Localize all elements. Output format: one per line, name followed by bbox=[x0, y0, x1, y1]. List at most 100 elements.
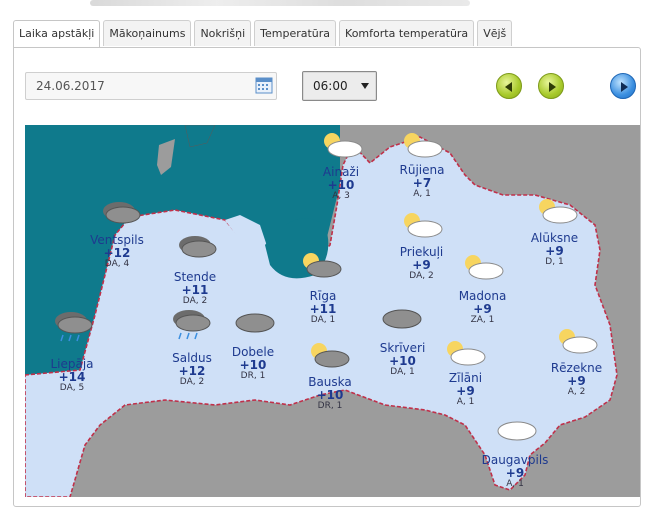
tab-wind[interactable]: Vējš bbox=[477, 20, 513, 46]
dark-cloud-icon bbox=[382, 309, 422, 329]
cloud-sun-icon bbox=[404, 133, 443, 158]
city-name: Rēzekne bbox=[550, 361, 603, 375]
dark-cloud-icon bbox=[235, 313, 275, 333]
cropped-header bbox=[90, 0, 470, 6]
top-strip bbox=[0, 0, 653, 14]
city-name: Alūksne bbox=[530, 231, 579, 245]
city-temp: +11 bbox=[181, 283, 209, 297]
city-wind: DA, 1 bbox=[310, 315, 336, 325]
time-select-value: 06:00 bbox=[313, 79, 348, 93]
city-wind: DA, 4 bbox=[104, 259, 130, 269]
city-name: Skrīveri bbox=[379, 341, 426, 355]
city-ainazi: Ainaži +10 A, 3 bbox=[321, 165, 361, 202]
city-temp: +12 bbox=[178, 364, 206, 378]
cloud-sun-icon bbox=[559, 329, 598, 354]
tab-temperature[interactable]: Temperatūra bbox=[254, 20, 337, 46]
city-priekuli: Priekuļi +9 DA, 2 bbox=[394, 245, 449, 282]
arrow-right-icon bbox=[549, 82, 556, 92]
city-wind: A, 1 bbox=[456, 397, 475, 407]
arrow-left-icon bbox=[505, 82, 512, 92]
weather-map: Ainaži +10 A, 3 Rūjiena +7 A, 1 Ventspil… bbox=[25, 125, 640, 497]
city-name: Zīlāni bbox=[448, 371, 483, 385]
cloud-sun-icon bbox=[404, 213, 443, 238]
city-riga: Rīga +11 DA, 1 bbox=[303, 289, 343, 326]
tab-cloudiness[interactable]: Mākoņainums bbox=[103, 20, 192, 46]
city-wind: A, 2 bbox=[567, 387, 586, 397]
city-zilani: Zīlāni +9 A, 1 bbox=[443, 371, 488, 408]
city-name: Priekuļi bbox=[399, 245, 444, 259]
date-input[interactable]: 24.06.2017 bbox=[25, 72, 277, 100]
chevron-down-icon bbox=[361, 83, 369, 89]
city-liepaja: Liepāja +14 DA, 5 bbox=[47, 357, 97, 394]
calendar-icon[interactable] bbox=[255, 76, 273, 94]
city-wind: D, 1 bbox=[545, 257, 564, 267]
city-temp: +11 bbox=[309, 302, 337, 316]
tab-bar: Laika apstākļi Mākoņainums Nokrišņi Temp… bbox=[13, 20, 513, 48]
city-name: Rūjiena bbox=[399, 163, 445, 177]
dark-clouds-icon bbox=[179, 236, 217, 258]
city-temp: +9 bbox=[412, 258, 431, 272]
city-temp: +9 bbox=[545, 244, 564, 258]
city-saldus: Saldus +12 DA, 2 bbox=[167, 351, 217, 388]
city-wind: A, 1 bbox=[506, 479, 524, 489]
city-skriveri: Skrīveri +10 DA, 1 bbox=[375, 341, 430, 378]
cloud-icon bbox=[497, 421, 537, 441]
city-wind: DR, 1 bbox=[240, 371, 266, 381]
play-icon bbox=[621, 82, 628, 92]
city-temp: +9 bbox=[456, 384, 475, 398]
city-name: Daugavpils bbox=[481, 453, 549, 467]
tab-weather[interactable]: Laika apstākļi bbox=[13, 20, 101, 48]
play-button[interactable] bbox=[610, 73, 636, 99]
city-bauska: Bauska +10 DR, 1 bbox=[305, 375, 355, 412]
time-select[interactable]: 06:00 bbox=[302, 71, 377, 101]
city-daugavpils: Daugavpils +9 A, 1 bbox=[480, 453, 550, 490]
city-stende: Stende +11 DA, 2 bbox=[170, 270, 220, 307]
city-aluksne: Alūksne +9 D, 1 bbox=[527, 231, 582, 268]
city-dobele: Dobele +10 DR, 1 bbox=[228, 345, 278, 382]
city-temp: +10 bbox=[239, 358, 267, 372]
cloud-sun-icon bbox=[447, 341, 486, 366]
dark-cloud-sun-icon bbox=[311, 343, 350, 368]
city-ventspils: Ventspils +12 DA, 4 bbox=[87, 233, 147, 270]
rain-cloud-icon bbox=[173, 310, 211, 340]
next-button[interactable] bbox=[538, 73, 564, 99]
city-temp: +7 bbox=[412, 176, 432, 190]
city-temp: +10 bbox=[327, 178, 355, 192]
city-temp: +12 bbox=[103, 246, 131, 260]
tab-precipitation[interactable]: Nokrišņi bbox=[194, 20, 252, 46]
city-rujiena: Rūjiena +7 A, 1 bbox=[393, 163, 451, 200]
city-wind: DA, 1 bbox=[390, 367, 415, 377]
city-name: Dobele bbox=[231, 345, 275, 359]
rain-cloud-icon bbox=[55, 312, 93, 342]
city-wind: DA, 2 bbox=[409, 271, 434, 281]
city-name: Rīga bbox=[309, 289, 337, 303]
city-temp: +9 bbox=[567, 374, 586, 388]
cloud-sun-icon bbox=[539, 199, 578, 224]
cloud-sun-icon bbox=[324, 133, 363, 158]
city-wind: A, 1 bbox=[413, 189, 431, 199]
city-temp: +10 bbox=[389, 354, 416, 368]
city-wind: DR, 1 bbox=[317, 401, 343, 411]
city-name: Saldus bbox=[172, 351, 212, 365]
city-temp: +9 bbox=[505, 466, 525, 480]
city-name: Bauska bbox=[308, 375, 352, 389]
city-rezekne: Rēzekne +9 A, 2 bbox=[549, 361, 604, 398]
city-name: Ventspils bbox=[90, 233, 144, 247]
city-temp: +9 bbox=[473, 302, 492, 316]
city-name: Madona bbox=[458, 289, 507, 303]
tab-comfort-temperature[interactable]: Komforta temperatūra bbox=[339, 20, 475, 46]
city-madona: Madona +9 ZA, 1 bbox=[455, 289, 510, 326]
city-name: Stende bbox=[173, 270, 217, 284]
city-wind: DA, 5 bbox=[59, 383, 85, 393]
city-name: Liepāja bbox=[50, 357, 94, 371]
dark-cloud-sun-icon bbox=[303, 253, 342, 278]
city-wind: DA, 2 bbox=[179, 377, 205, 387]
city-wind: ZA, 1 bbox=[470, 315, 495, 325]
city-temp: +14 bbox=[58, 370, 86, 384]
city-temp: +10 bbox=[316, 388, 344, 402]
city-wind: A, 3 bbox=[332, 191, 350, 201]
prev-button[interactable] bbox=[496, 73, 522, 99]
dark-clouds-icon bbox=[103, 202, 141, 224]
city-name: Ainaži bbox=[322, 165, 360, 179]
cloud-sun-icon bbox=[465, 255, 504, 280]
